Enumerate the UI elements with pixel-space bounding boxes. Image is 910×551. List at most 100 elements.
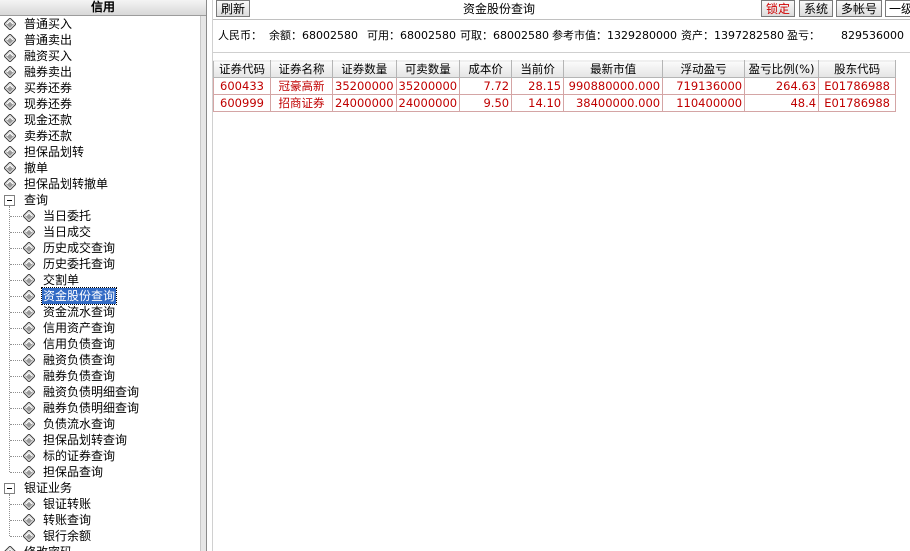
lock-button[interactable]: 锁定 xyxy=(761,0,796,17)
tree-item[interactable]: 历史委托查询 xyxy=(0,256,200,272)
column-header[interactable]: 最新市值 xyxy=(563,60,664,78)
tree-item-label: 融资负债明细查询 xyxy=(43,385,140,399)
tree-connector xyxy=(10,536,22,537)
diamond-arrow-icon xyxy=(23,354,35,366)
column-header[interactable]: 盈亏比例(%) xyxy=(744,60,820,78)
tree-item[interactable]: 标的证券查询 xyxy=(0,448,200,464)
tree-item-label: 撤单 xyxy=(24,161,49,175)
tree-connector xyxy=(10,296,22,297)
table-cell: 28.15 xyxy=(511,77,565,95)
tree-connector xyxy=(10,440,22,441)
tree-item[interactable]: 担保品划转撤单 xyxy=(0,176,200,192)
tree-item[interactable]: 融资负债明细查询 xyxy=(0,384,200,400)
tree-item-label: 担保品查询 xyxy=(43,465,104,479)
column-header[interactable]: 证券名称 xyxy=(270,60,333,78)
tree-item[interactable]: 融资负债查询 xyxy=(0,352,200,368)
column-header[interactable]: 股东代码 xyxy=(818,60,897,78)
collapse-icon[interactable] xyxy=(4,195,15,206)
tree-item[interactable]: 当日成交 xyxy=(0,224,200,240)
tree-item-label: 卖券还款 xyxy=(24,129,73,143)
tree-item-label: 负债流水查询 xyxy=(43,417,116,431)
table-cell: 35200000 xyxy=(395,77,461,95)
tree-item[interactable]: 资金股份查询 xyxy=(0,287,200,305)
tree-item[interactable]: 担保品划转 xyxy=(0,144,200,160)
tree-item-label: 银证转账 xyxy=(43,497,92,511)
tree-item[interactable]: 买券还券 xyxy=(0,80,200,96)
diamond-arrow-icon xyxy=(4,50,16,62)
table-cell: 600433 xyxy=(213,77,271,95)
tree-item[interactable]: 融券负债明细查询 xyxy=(0,400,200,416)
tree-item-label: 银证业务 xyxy=(24,481,73,495)
refresh-button[interactable]: 刷新 xyxy=(216,0,251,17)
table-row[interactable]: 600999 招商证券 24000000 24000000 9.50 14.10 38400… xyxy=(213,94,897,112)
tree-item[interactable]: 普通买入 xyxy=(0,16,200,32)
tree-group[interactable]: 银证业务 xyxy=(0,480,200,496)
tree-connector xyxy=(10,424,22,425)
tree-item-label: 当日委托 xyxy=(43,209,92,223)
diamond-arrow-icon xyxy=(23,466,35,478)
tree-group[interactable]: 查询 xyxy=(0,192,200,208)
diamond-arrow-icon xyxy=(23,274,35,286)
tree-item[interactable]: 担保品划转查询 xyxy=(0,432,200,448)
column-header[interactable]: 当前价 xyxy=(511,60,565,78)
tree-item[interactable]: 卖券还款 xyxy=(0,128,200,144)
table-cell: 冠豪高新 xyxy=(270,77,333,95)
diamond-arrow-icon xyxy=(23,450,35,462)
column-header[interactable]: 可卖数量 xyxy=(395,60,461,78)
diamond-arrow-icon xyxy=(23,226,35,238)
tree-item-label: 融券负债查询 xyxy=(43,369,116,383)
table-row[interactable]: 600433 冠豪高新 35200000 35200000 7.72 28.15 99088… xyxy=(213,77,897,95)
tree-item[interactable]: 历史成交查询 xyxy=(0,240,200,256)
tree-item[interactable]: 现金还款 xyxy=(0,112,200,128)
tree-item-label: 标的证券查询 xyxy=(43,449,116,463)
column-header[interactable]: 证券数量 xyxy=(332,60,397,78)
table-cell: E01786988 xyxy=(818,77,897,95)
diamond-arrow-icon xyxy=(23,242,35,254)
table-cell: 35200000 xyxy=(332,77,397,95)
tree-item-label: 买券还券 xyxy=(24,81,73,95)
tree-item[interactable]: 修改密码 xyxy=(0,544,200,551)
table-cell: 719136000 xyxy=(662,77,746,95)
multi-account-button[interactable]: 多帐号 xyxy=(836,0,883,17)
tree-item-label: 历史成交查询 xyxy=(43,241,116,255)
tree-item-label: 信用资产查询 xyxy=(43,321,116,335)
tree-item[interactable]: 普通卖出 xyxy=(0,32,200,48)
tree-item[interactable]: 融资买入 xyxy=(0,48,200,64)
tree-item[interactable]: 担保品查询 xyxy=(0,464,200,480)
tree-item-label: 银行余额 xyxy=(43,529,92,543)
tree-item[interactable]: 信用资产查询 xyxy=(0,320,200,336)
table-cell: 24000000 xyxy=(332,94,397,112)
tree-item[interactable]: 负债流水查询 xyxy=(0,416,200,432)
tree-item[interactable]: 当日委托 xyxy=(0,208,200,224)
tree-item[interactable]: 现券还券 xyxy=(0,96,200,112)
tree-item-label: 普通卖出 xyxy=(24,33,73,47)
tree-item-label: 信用负债查询 xyxy=(43,337,116,351)
tree-connector xyxy=(10,392,22,393)
tree-item-label: 融券负债明细查询 xyxy=(43,401,140,415)
tree-item[interactable]: 融券负债查询 xyxy=(0,368,200,384)
column-header[interactable]: 浮动盈亏 xyxy=(662,60,746,78)
tree-item[interactable]: 撤单 xyxy=(0,160,200,176)
tree-connector xyxy=(10,376,22,377)
system-button[interactable]: 系统 xyxy=(799,0,834,17)
tree-item[interactable]: 银行余额 xyxy=(0,528,200,544)
diamond-arrow-icon xyxy=(4,82,16,94)
tree-connector xyxy=(9,206,10,472)
tree-item[interactable]: 转账查询 xyxy=(0,512,200,528)
tree-item[interactable]: 资金流水查询 xyxy=(0,304,200,320)
table-cell: 38400000.000 xyxy=(563,94,664,112)
column-header[interactable]: 成本价 xyxy=(459,60,513,78)
tree-item[interactable]: 银证转账 xyxy=(0,496,200,512)
tree-connector xyxy=(10,344,22,345)
level-dropdown[interactable]: 一级 xyxy=(885,0,910,17)
collapse-icon[interactable] xyxy=(4,483,15,494)
tree-item[interactable]: 融券卖出 xyxy=(0,64,200,80)
tree-item-label: 融资买入 xyxy=(24,49,73,63)
column-header[interactable]: 证券代码 xyxy=(213,60,271,78)
diamond-arrow-icon xyxy=(23,402,35,414)
tree-item[interactable]: 信用负债查询 xyxy=(0,336,200,352)
tree-item-label: 修改密码 xyxy=(23,544,73,551)
tree-item[interactable]: 交割单 xyxy=(0,272,200,288)
table-cell: 招商证券 xyxy=(270,94,333,112)
sidebar-scrollbar[interactable] xyxy=(200,16,206,551)
